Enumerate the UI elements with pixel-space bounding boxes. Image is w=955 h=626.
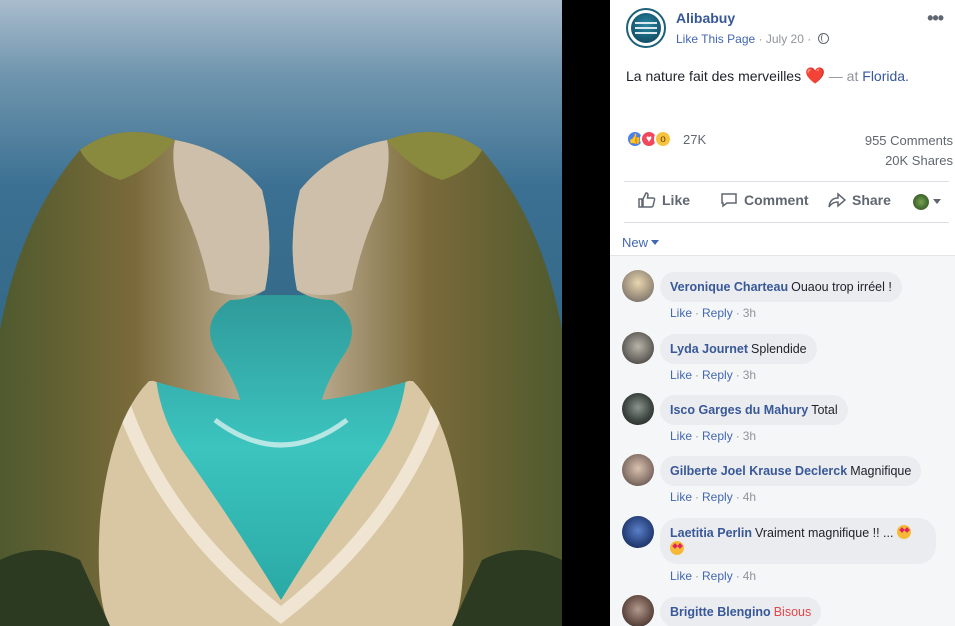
comment-text: Bisous: [773, 605, 812, 619]
meta-separator: ·: [758, 32, 766, 46]
commenter-name[interactable]: Veronique Charteau: [670, 280, 788, 294]
comment-like-link[interactable]: Like: [670, 429, 692, 443]
comment-reply-link[interactable]: Reply: [702, 429, 733, 443]
post-header: Alibabuy Like This Page · July 20 · •••: [626, 8, 945, 52]
commenter-avatar[interactable]: [622, 393, 654, 425]
commenter-name[interactable]: Isco Garges du Mahury: [670, 403, 808, 417]
heart-shaped-bay-image: [0, 0, 562, 626]
location-link[interactable]: Florida.: [862, 68, 909, 84]
comment-text: Magnifique: [850, 464, 912, 478]
comment-text: Vraiment magnifique !! ...: [754, 526, 894, 540]
commenter-name[interactable]: Brigitte Blengino: [670, 605, 771, 619]
page-name-link[interactable]: Alibabuy: [676, 10, 735, 26]
page-avatar[interactable]: [626, 8, 666, 48]
actions-separator: ·: [735, 306, 740, 320]
like-label: Like: [662, 192, 691, 208]
actions-separator: ·: [735, 368, 740, 382]
comment-like-link[interactable]: Like: [670, 306, 692, 320]
chevron-down-icon: [933, 199, 941, 204]
share-arrow-icon: [828, 192, 846, 208]
comment-reply-link[interactable]: Reply: [702, 368, 733, 382]
wow-reaction-icon: o: [654, 130, 672, 148]
commenter-name[interactable]: Lyda Journet: [670, 342, 748, 356]
comment-like-link[interactable]: Like: [670, 490, 692, 504]
thumbs-up-icon: [638, 192, 656, 208]
at-label: — at: [828, 68, 859, 84]
sort-label: New: [622, 235, 649, 250]
comment-bubble: Gilberte Joel Krause Declerck Magnifique: [660, 456, 922, 486]
comment-reply-link[interactable]: Reply: [702, 569, 733, 583]
actions-separator: ·: [695, 368, 700, 382]
comments-list: Veronique Charteau Ouaou trop irréel ! Li…: [610, 255, 955, 626]
post-message: La nature fait des merveilles: [626, 68, 802, 84]
comment-time[interactable]: 3h: [743, 306, 756, 320]
post-meta: Like This Page · July 20 ·: [676, 32, 829, 46]
commenter-name[interactable]: Gilberte Joel Krause Declerck: [670, 464, 847, 478]
commenter-avatar[interactable]: [622, 270, 654, 302]
actions-separator: ·: [735, 490, 740, 504]
comment-actions: Like · Reply · 3h: [670, 368, 756, 382]
comment-bubble: Isco Garges du Mahury Total: [660, 395, 848, 425]
post-date[interactable]: July 20: [766, 32, 804, 46]
comment-actions: Like · Reply · 3h: [670, 429, 756, 443]
comment-time[interactable]: 4h: [743, 569, 756, 583]
comment-bubble-icon: [721, 193, 737, 208]
actions-separator: ·: [695, 306, 700, 320]
comment-time[interactable]: 3h: [743, 368, 756, 382]
share-button[interactable]: Share: [828, 192, 891, 208]
actions-separator: ·: [695, 490, 700, 504]
reactions-count: 27K: [683, 132, 707, 147]
comment-like-link[interactable]: Like: [670, 368, 692, 382]
comment-bubble: Lyda Journet Splendide: [660, 334, 817, 364]
comment-text: Total: [811, 403, 838, 417]
more-options-icon[interactable]: •••: [927, 8, 944, 29]
comment-label: Comment: [744, 192, 809, 208]
commenter-avatar[interactable]: [622, 454, 654, 486]
commenter-avatar[interactable]: [622, 516, 654, 548]
meta-separator: ·: [807, 32, 815, 46]
share-label: Share: [852, 192, 891, 208]
page-logo-icon: [631, 13, 661, 43]
react-as-selector[interactable]: [913, 193, 941, 211]
actions-separator: ·: [735, 569, 740, 583]
comment-time[interactable]: 3h: [743, 429, 756, 443]
comment-sort-dropdown[interactable]: New: [622, 235, 660, 250]
actions-separator: ·: [695, 569, 700, 583]
comment-bubble: Brigitte Blengino Bisous: [660, 597, 822, 626]
comment-text: Splendide: [751, 342, 807, 356]
actions-separator: ·: [735, 429, 740, 443]
user-avatar-icon: [913, 194, 929, 210]
comment-actions: Like · Reply · 3h: [670, 306, 756, 320]
heart-emoji: ❤️: [804, 68, 825, 85]
chevron-down-icon: [651, 240, 660, 245]
post-actions-bar: Like Comment Share: [624, 181, 949, 223]
commenter-name[interactable]: Laetitia Perlin: [670, 526, 752, 540]
comments-count-link[interactable]: 955 Comments: [865, 133, 953, 148]
comment-bubble: Veronique Charteau Ouaou trop irréel !: [660, 272, 902, 302]
post-side-panel: Alibabuy Like This Page · July 20 · ••• …: [610, 0, 955, 626]
heart-eyes-emoji-icon: [896, 525, 911, 539]
commenter-avatar[interactable]: [622, 595, 654, 626]
actions-separator: ·: [695, 429, 700, 443]
comment-actions: Like · Reply · 4h: [670, 569, 756, 583]
globe-icon: [817, 33, 829, 44]
comment-reply-link[interactable]: Reply: [702, 306, 733, 320]
comment-button[interactable]: Comment: [720, 192, 809, 208]
comment-reply-link[interactable]: Reply: [702, 490, 733, 504]
comment-text: Ouaou trop irréel !: [791, 280, 892, 294]
commenter-avatar[interactable]: [622, 332, 654, 364]
comment-actions: Like · Reply · 4h: [670, 490, 756, 504]
heart-eyes-emoji-icon: [670, 541, 684, 555]
photo-viewer-divider: [562, 0, 610, 626]
comment-like-link[interactable]: Like: [670, 569, 692, 583]
post-text: La nature fait des merveilles ❤️ — at Fl…: [626, 66, 909, 86]
post-photo[interactable]: [0, 0, 562, 626]
comment-time[interactable]: 4h: [743, 490, 756, 504]
comment-bubble: Laetitia Perlin Vraiment magnifique !! ..…: [660, 518, 936, 564]
like-button[interactable]: Like: [638, 192, 690, 208]
shares-count-link[interactable]: 20K Shares: [885, 153, 953, 168]
like-page-link[interactable]: Like This Page: [676, 32, 755, 46]
